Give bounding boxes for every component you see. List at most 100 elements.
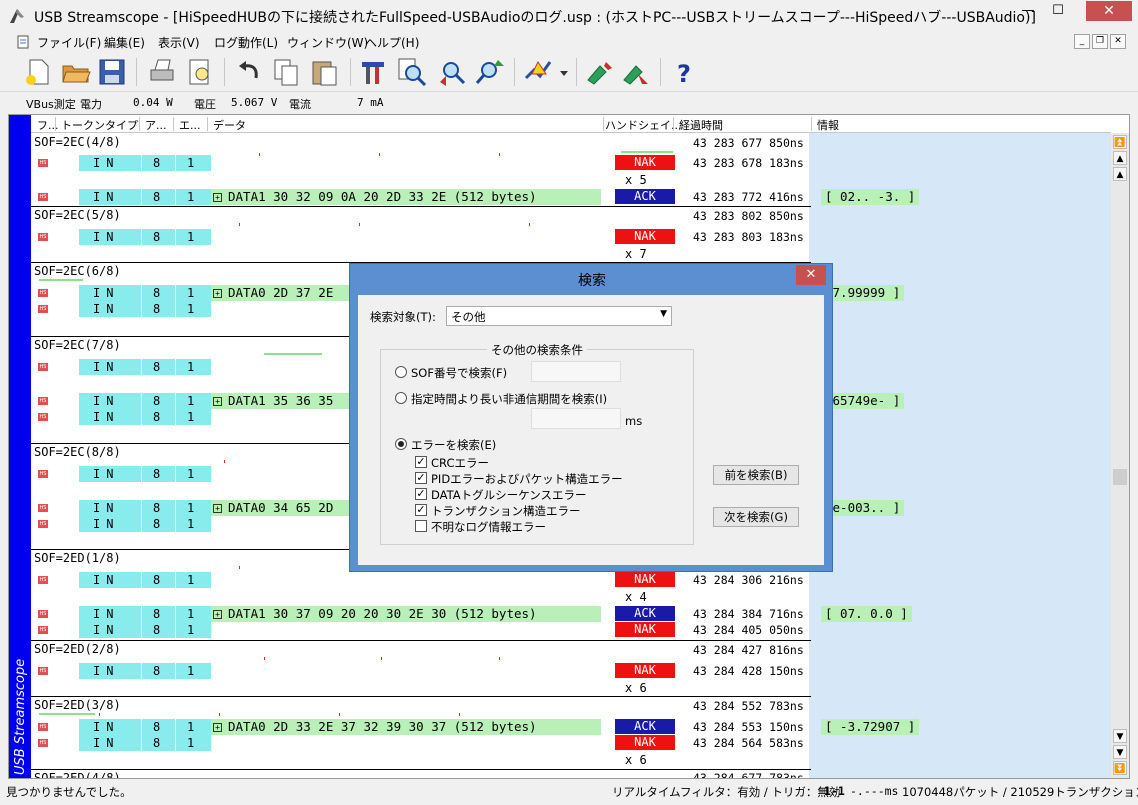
col-token-type[interactable]: トークンタイプ [61,117,138,133]
new-log-button[interactable] [22,56,54,88]
in-token[interactable]: IN 8 1 [79,735,211,751]
idle-time-input[interactable] [531,408,621,429]
ack-handshake[interactable]: ACK [615,606,675,621]
data-packet[interactable]: + DATA1 30 32 09 0A 20 2D 33 2E (512 byte… [211,189,601,205]
nak-handshake[interactable]: NAK [615,155,675,170]
in-token[interactable]: IN 8 1 [79,516,211,532]
in-token[interactable]: IN 8 1 [79,189,211,205]
in-token[interactable]: IN 8 1 [79,155,211,171]
col-elapsed-time[interactable]: 経過時間 [679,117,723,133]
expand-icon[interactable]: + [213,193,222,202]
col-handshake[interactable]: ハンドシェイ... [605,117,682,133]
col-divider[interactable] [603,117,604,131]
scroll-top-button[interactable]: ⏫ [1113,135,1127,149]
bookmark-next-button[interactable] [620,56,652,88]
col-divider[interactable] [207,117,208,131]
mdi-restore-button[interactable]: ❐ [1092,34,1108,49]
scroll-page-up-button[interactable]: ▲ [1113,167,1127,181]
search-target-select[interactable]: その他 ▼ [446,306,672,326]
in-token[interactable]: IN 8 1 [79,285,211,301]
in-token[interactable]: IN 8 1 [79,229,211,245]
paste-button[interactable] [308,56,340,88]
check-crc-error[interactable]: ✓ [415,456,427,468]
document-icon[interactable] [16,35,30,49]
in-token[interactable]: IN 8 1 [79,500,211,516]
check-unknown-log-error[interactable] [415,520,427,532]
search-next-button[interactable]: 次を検索(G) [713,507,799,527]
scroll-bottom-button[interactable]: ⏬ [1113,761,1127,775]
expand-icon[interactable]: + [213,504,222,513]
check-transaction-error[interactable]: ✓ [415,504,427,516]
expand-icon[interactable]: + [213,610,222,619]
mdi-close-button[interactable]: ✕ [1110,34,1126,49]
mdi-minimize-button[interactable]: _ [1074,34,1090,49]
dialog-close-button[interactable]: ✕ [796,265,826,285]
minimize-button[interactable]: — [1014,1,1042,21]
col-endpoint[interactable]: エ... [179,117,201,133]
scroll-up-button[interactable]: ▲ [1113,151,1127,165]
nak-handshake[interactable]: NAK [615,735,675,750]
open-button[interactable] [60,56,92,88]
search-next-button[interactable] [474,56,506,88]
in-token[interactable]: IN 8 1 [79,663,211,679]
in-token[interactable]: IN 8 1 [79,359,211,375]
col-info[interactable]: 情報 [817,117,839,133]
nak-handshake[interactable]: NAK [615,663,675,678]
in-token[interactable]: IN 8 1 [79,622,211,638]
check-data-toggle-label[interactable]: DATAトグルシーケンスエラー [431,487,587,503]
nak-handshake[interactable]: NAK [615,229,675,244]
col-address[interactable]: ア... [145,117,167,133]
col-data[interactable]: データ [213,117,246,133]
check-pid-error[interactable]: ✓ [415,472,427,484]
scroll-down-button[interactable]: ▼ [1113,745,1127,759]
radio-idle-search[interactable] [395,392,407,404]
scroll-thumb[interactable] [1113,469,1127,485]
sof-number-input[interactable] [531,361,621,382]
in-token[interactable]: IN 8 1 [79,572,211,588]
in-token[interactable]: IN 8 1 [79,301,211,317]
check-data-toggle-error[interactable]: ✓ [415,488,427,500]
menu-view[interactable]: 表示(V) [158,34,200,51]
undo-button[interactable] [234,56,266,88]
search-previous-button[interactable] [436,56,468,88]
in-token[interactable]: IN 8 1 [79,719,211,735]
radio-sof-label[interactable]: SOF番号で検索(F) [411,365,507,381]
search-button[interactable] [396,56,428,88]
search-previous-button[interactable]: 前を検索(B) [713,465,799,485]
col-divider[interactable] [139,117,140,131]
col-divider[interactable] [55,117,56,131]
scroll-page-down-button[interactable]: ▼ [1113,729,1127,743]
menu-help[interactable]: ヘルプ(H) [365,34,419,51]
expand-icon[interactable]: + [213,723,222,732]
filter-settings-button[interactable] [358,56,390,88]
ack-handshake[interactable]: ACK [615,719,675,734]
menu-window[interactable]: ウィンドウ(W) [287,34,368,51]
in-token[interactable]: IN 8 1 [79,606,211,622]
data-packet[interactable]: + DATA0 2D 33 2E 37 32 39 30 37 (512 byte… [211,719,601,735]
vertical-scrollbar[interactable]: ⏫ ▲ ▲ ▼ ▼ ⏬ [1111,133,1129,778]
ack-handshake[interactable]: ACK [615,189,675,204]
in-token[interactable]: IN 8 1 [79,409,211,425]
check-unknown-log-label[interactable]: 不明なログ情報エラー [431,519,546,535]
radio-sof-search[interactable] [395,366,407,378]
save-button[interactable] [96,56,128,88]
in-token[interactable]: IN 8 1 [79,393,211,409]
check-transaction-label[interactable]: トランザクション構造エラー [431,503,581,519]
help-button[interactable]: ? [668,56,700,88]
radio-idle-label[interactable]: 指定時間より長い非通信期間を検索(I) [411,391,607,407]
trigger-dropdown-button[interactable] [558,56,570,88]
in-token[interactable]: IN 8 1 [79,466,211,482]
data-packet[interactable]: + DATA1 30 37 09 20 20 30 2E 30 (512 byte… [211,606,601,622]
col-divider[interactable] [811,117,812,131]
check-crc-label[interactable]: CRCエラー [431,455,489,471]
maximize-button[interactable]: ☐ [1044,1,1072,21]
col-divider[interactable] [673,117,674,131]
trigger-button[interactable] [522,56,554,88]
nak-handshake[interactable]: NAK [615,572,675,587]
expand-icon[interactable]: + [213,289,222,298]
bookmark-button[interactable] [584,56,616,88]
radio-error-search[interactable] [395,438,407,450]
menu-edit[interactable]: 編集(E) [104,34,145,51]
copy-button[interactable] [270,56,302,88]
check-pid-label[interactable]: PIDエラーおよびパケット構造エラー [431,471,623,487]
